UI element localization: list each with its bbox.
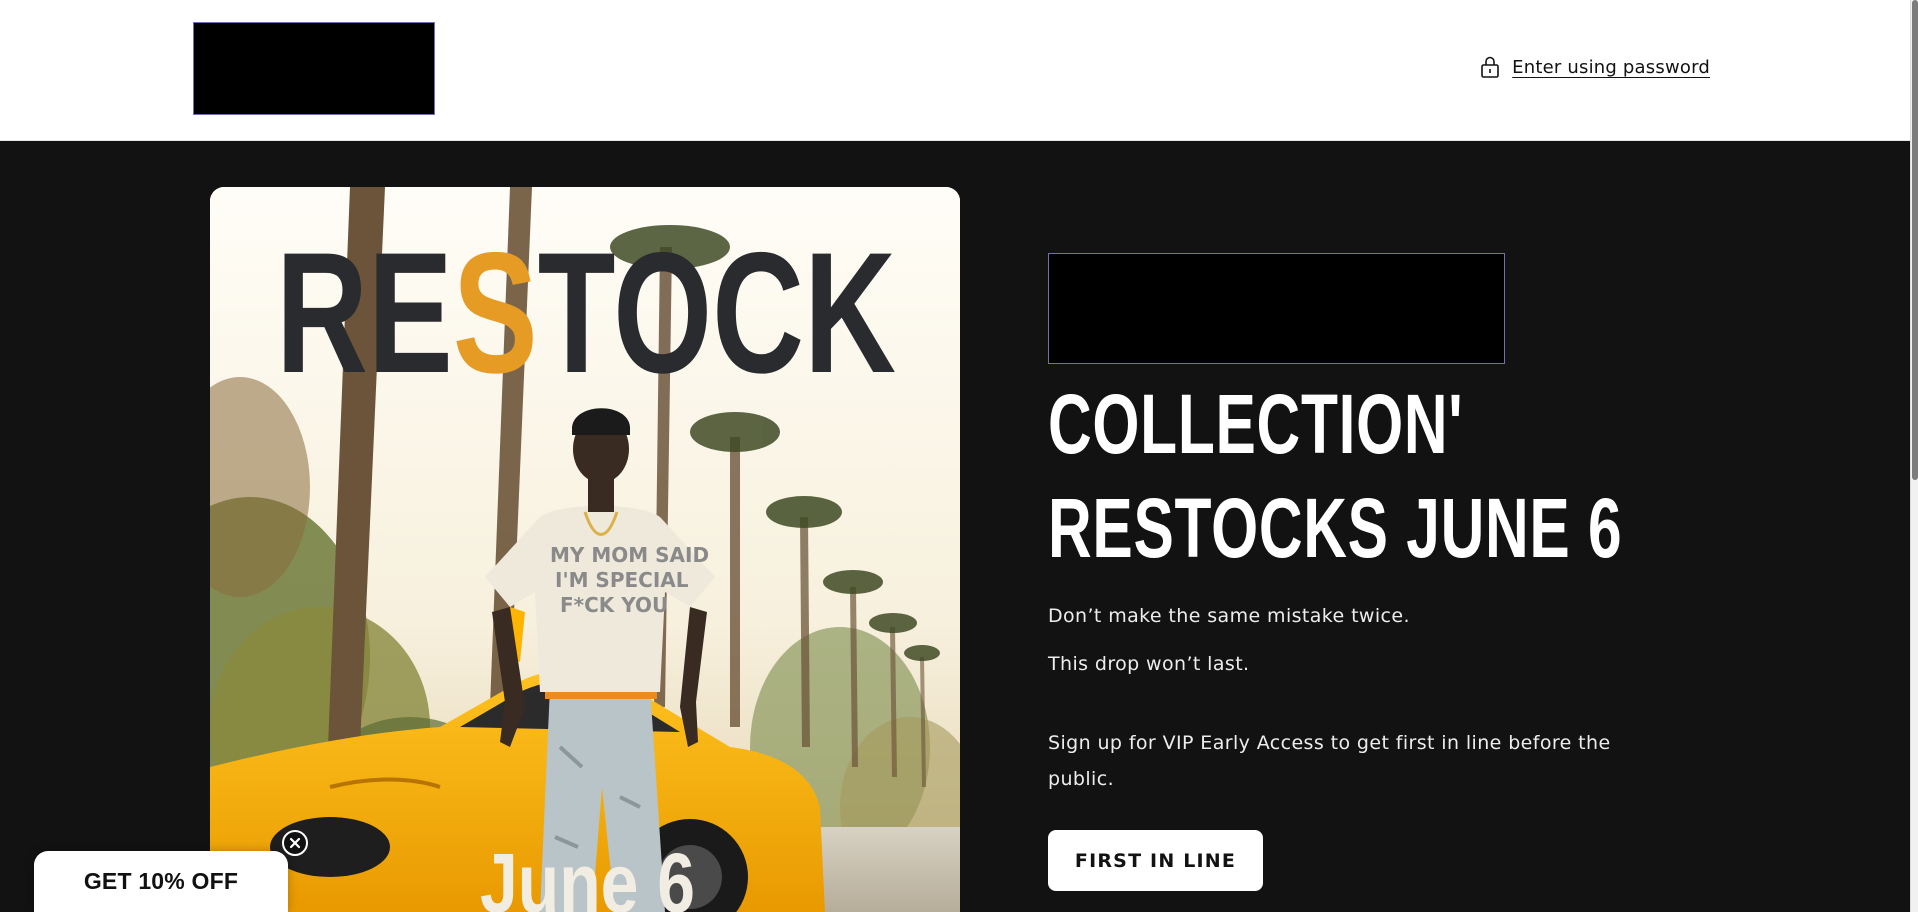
hero-title-line2: RESTOCKS JUNE 6 — [1048, 481, 1623, 575]
hero-image: RESTOCK — [210, 187, 960, 912]
shirt-text-line1: MY MOM SAID — [550, 543, 709, 567]
shirt-text-line2: I'M SPECIAL — [555, 568, 689, 592]
hero-content: COLLECTION' RESTOCKS JUNE 6 Don’t make t… — [1048, 253, 1648, 891]
discount-popup-tab[interactable]: GET 10% OFF — [34, 851, 288, 912]
hero-title: COLLECTION' RESTOCKS JUNE 6 — [1048, 372, 1624, 580]
restock-suffix: TOCK — [538, 217, 896, 409]
page-scrollbar[interactable] — [1910, 0, 1918, 912]
header: Enter using password — [0, 0, 1918, 141]
redacted-heading — [1048, 253, 1505, 364]
hero-text-drop: This drop won’t last. — [1048, 653, 1250, 675]
scrollbar-thumb[interactable] — [1912, 0, 1918, 480]
close-icon — [289, 837, 301, 849]
hero-title-line1: COLLECTION' — [1048, 377, 1464, 471]
close-popup-button[interactable] — [282, 830, 308, 856]
date-caption: June 6 — [480, 836, 695, 912]
enter-password-label: Enter using password — [1512, 56, 1710, 78]
first-in-line-button[interactable]: FIRST IN LINE — [1048, 830, 1263, 891]
restock-prefix: RE — [276, 217, 453, 409]
restock-headline: RESTOCK — [276, 217, 896, 409]
hero-text-mistake: Don’t make the same mistake twice. — [1048, 605, 1410, 627]
restock-highlight: S — [453, 217, 538, 409]
enter-password-link[interactable]: Enter using password — [1480, 52, 1710, 82]
shirt-text-line3: F*CK YOU — [560, 593, 668, 617]
discount-label: GET 10% OFF — [83, 868, 239, 894]
hero-text-signup: Sign up for VIP Early Access to get firs… — [1048, 732, 1611, 790]
svg-text:RESTOCK: RESTOCK — [276, 217, 896, 409]
store-logo[interactable] — [193, 22, 435, 115]
lock-icon — [1481, 56, 1499, 78]
hero-illustration: RESTOCK — [210, 187, 960, 912]
